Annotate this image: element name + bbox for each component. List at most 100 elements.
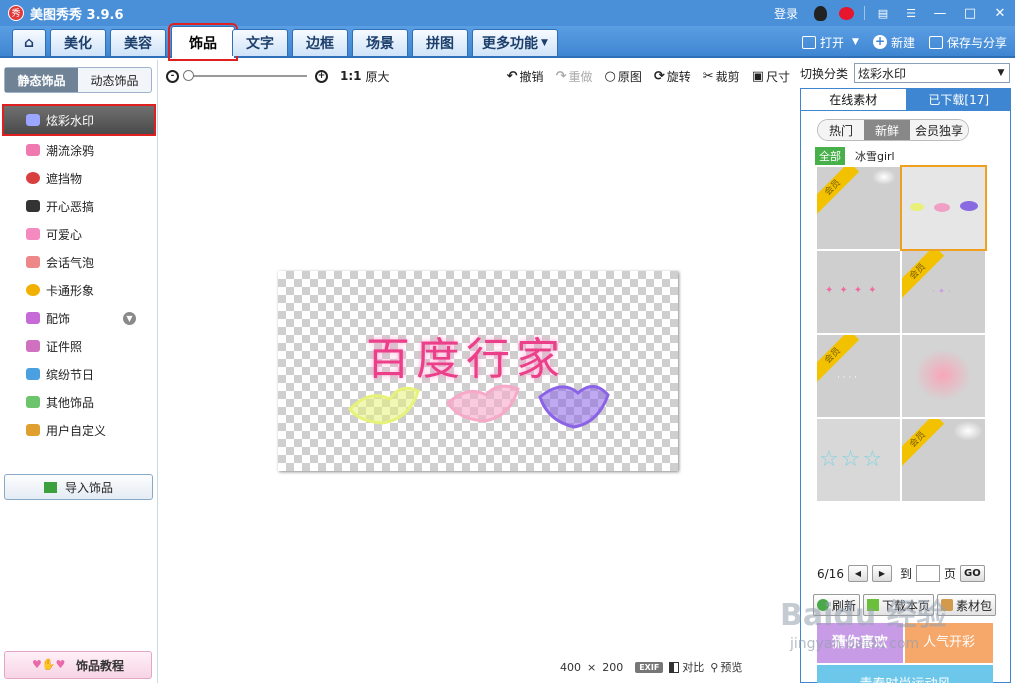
resize-icon: ▣: [751, 68, 764, 84]
material-thumbnail[interactable]: [902, 335, 985, 417]
baidu-watermark: Baidu 经验: [780, 598, 947, 633]
category-item[interactable]: 用户自定义: [0, 416, 158, 444]
original-size-button[interactable]: 原大: [366, 68, 390, 85]
rotate-button[interactable]: ⟳ 旋转: [654, 68, 691, 85]
filter-hot[interactable]: 热门: [818, 120, 864, 140]
tag-author[interactable]: 冰雪girl: [855, 148, 895, 164]
static-stickers-tab[interactable]: 静态饰品: [5, 68, 78, 92]
crop-label: 裁剪: [715, 69, 740, 84]
category-item[interactable]: 卡通形象: [0, 276, 158, 304]
switch-category-label: 切换分类: [800, 66, 849, 81]
save-icon: [928, 35, 943, 49]
sticker-tutorial-button[interactable]: ♥✋♥ 饰品教程: [4, 651, 152, 679]
gift-icon: [26, 368, 40, 380]
zoom-slider-knob[interactable]: [183, 70, 194, 81]
menu-icon[interactable]: ☰: [903, 5, 919, 21]
id-photo-icon: [26, 340, 40, 352]
page-number-input[interactable]: [915, 565, 940, 582]
exif-button[interactable]: EXIF: [635, 661, 664, 673]
skin-icon[interactable]: ▤: [875, 5, 891, 21]
material-thumbnail[interactable]: ☆☆☆: [817, 419, 900, 501]
title-bar: 秀 美图秀秀 3.9.6 登录 ▤ ☰ — □ ✕: [0, 0, 1015, 26]
category-label: 卡通形象: [46, 283, 95, 298]
zoom-in-icon[interactable]: +: [315, 69, 328, 83]
close-button[interactable]: ✕: [985, 0, 1015, 26]
tab-scene[interactable]: 场景: [352, 29, 408, 56]
category-label: 用户自定义: [46, 423, 107, 438]
tab-online-materials[interactable]: 在线素材: [800, 88, 907, 110]
maximize-button[interactable]: □: [955, 0, 985, 26]
compare-button[interactable]: 对比: [682, 659, 704, 675]
category-item[interactable]: 会话气泡: [0, 248, 158, 276]
tab-border[interactable]: 边框: [292, 29, 348, 56]
material-thumbnail[interactable]: 会员: [902, 419, 985, 501]
category-dropdown[interactable]: 炫彩水印 ▼: [854, 63, 1010, 83]
tab-beautify[interactable]: 美化: [50, 29, 106, 56]
category-item[interactable]: 开心恶搞: [0, 192, 158, 220]
category-item[interactable]: 配饰 ▼: [0, 304, 158, 332]
category-item[interactable]: 缤纷节日: [0, 360, 158, 388]
weibo-icon[interactable]: [839, 6, 854, 20]
category-item[interactable]: 可爱心: [0, 220, 158, 248]
banner-sport[interactable]: 青春时尚运动风: [817, 665, 993, 683]
pagination: 6/16 ◀ ▶ 到 页 GO: [817, 565, 985, 582]
edited-image[interactable]: 百度行家: [278, 271, 678, 471]
qq-icon[interactable]: [814, 5, 827, 21]
category-item[interactable]: 遮挡物: [0, 164, 158, 192]
category-item[interactable]: 证件照: [0, 332, 158, 360]
undo-button[interactable]: ↶ 撤销: [507, 68, 544, 85]
filter-new[interactable]: 新鲜: [864, 120, 910, 140]
main-tab-bar: ⌂ 美化 美容 饰品 文字 边框 场景 拼图 更多功能 ▼ 打开 ▼ + 新建 保存与…: [0, 23, 1015, 61]
material-thumbnail[interactable]: 会员 ⋅ ✦ ⋅: [902, 251, 985, 333]
material-thumbnail[interactable]: 会员 ⋅ ⋅ ⋅ ⋅: [817, 335, 900, 417]
redo-button[interactable]: ↷ 重做: [556, 68, 593, 85]
folder-icon: [802, 35, 817, 49]
chevron-down-icon[interactable]: ▼: [852, 37, 859, 47]
material-thumbnail[interactable]: ✦✦✦✦: [817, 251, 900, 333]
home-tab[interactable]: ⌂: [12, 29, 46, 56]
new-button[interactable]: + 新建: [872, 34, 915, 51]
login-link[interactable]: 登录: [774, 5, 798, 22]
preview-button[interactable]: 预览: [720, 659, 742, 675]
category-label: 其他饰品: [46, 395, 95, 410]
zoom-slider[interactable]: [183, 70, 307, 81]
expand-icon[interactable]: ▼: [123, 311, 136, 325]
next-page-button[interactable]: ▶: [871, 565, 892, 582]
prev-page-button[interactable]: ◀: [847, 565, 868, 582]
animated-stickers-tab[interactable]: 动态饰品: [78, 68, 151, 92]
category-item[interactable]: 潮流涂鸦: [0, 136, 158, 164]
tab-text[interactable]: 文字: [232, 29, 288, 56]
import-stickers-button[interactable]: 导入饰品: [4, 474, 153, 500]
save-share-button[interactable]: 保存与分享: [928, 34, 1007, 51]
ratio-label[interactable]: 1:1: [340, 69, 362, 83]
circle-icon: ○: [604, 68, 616, 84]
crop-button[interactable]: ✂ 裁剪: [703, 68, 740, 85]
filter-members[interactable]: 会员独享: [910, 120, 968, 140]
image-height: 200: [602, 660, 624, 674]
material-thumbnail[interactable]: 会员: [817, 167, 900, 249]
category-label: 开心恶搞: [46, 199, 95, 214]
original-image-button[interactable]: ○ 原图: [604, 68, 641, 85]
member-badge: 会员: [902, 419, 945, 467]
category-item[interactable]: 其他饰品: [0, 388, 158, 416]
tab-more-features[interactable]: 更多功能 ▼: [472, 29, 558, 56]
category-dropdown-value: 炫彩水印: [858, 66, 907, 81]
tab-accessories[interactable]: 饰品: [168, 23, 238, 61]
tab-downloaded[interactable]: 已下载[17]: [906, 88, 1011, 110]
resize-button[interactable]: ▣ 尺寸: [752, 68, 790, 85]
undo-icon: ↶: [506, 68, 518, 84]
star-icon: [26, 396, 40, 408]
material-thumbnail[interactable]: [900, 165, 987, 251]
minimize-button[interactable]: —: [925, 0, 955, 26]
image-width: 400: [560, 660, 581, 674]
category-label: 遮挡物: [46, 171, 83, 186]
category-item[interactable]: 炫彩水印: [2, 104, 156, 136]
zoom-out-icon[interactable]: -: [166, 69, 179, 83]
times-sign: ×: [587, 660, 597, 674]
tab-collage[interactable]: 拼图: [412, 29, 468, 56]
tab-beauty[interactable]: 美容: [110, 29, 166, 56]
go-button[interactable]: GO: [959, 565, 985, 582]
chevron-down-icon: ▼: [997, 68, 1005, 78]
tag-all[interactable]: 全部: [815, 147, 845, 165]
open-button[interactable]: 打开 ▼: [802, 34, 859, 51]
